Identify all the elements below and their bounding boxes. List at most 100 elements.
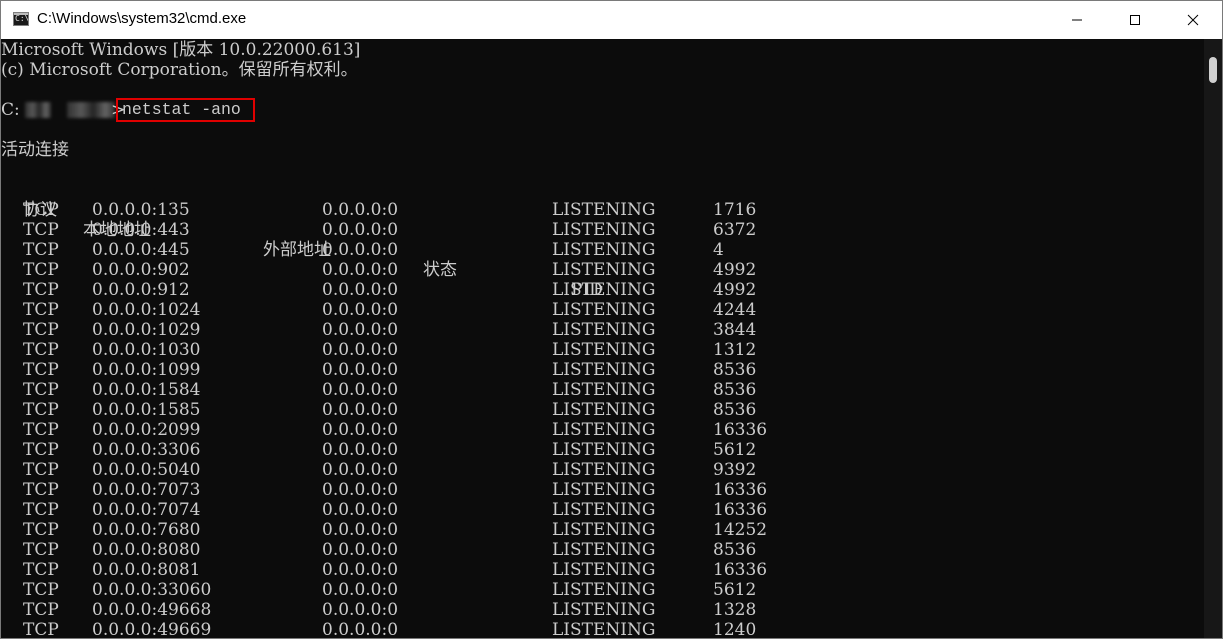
cell-state: LISTENING xyxy=(552,340,656,360)
cell-state: LISTENING xyxy=(552,460,656,480)
cell-foreign-address: 0.0.0.0:0 xyxy=(322,480,399,500)
cell-foreign-address: 0.0.0.0:0 xyxy=(322,380,399,400)
cell-local-address: 0.0.0.0:2099 xyxy=(92,420,201,440)
cell-proto: TCP xyxy=(23,380,59,400)
cell-proto: TCP xyxy=(23,220,59,240)
cell-proto: TCP xyxy=(23,240,59,260)
minimize-button[interactable] xyxy=(1048,1,1106,39)
banner-line: Microsoft Windows [版本 10.0.22000.613] xyxy=(1,40,361,60)
cell-pid: 1328 xyxy=(713,600,757,620)
cell-state: LISTENING xyxy=(552,300,656,320)
cell-local-address: 0.0.0.0:443 xyxy=(92,220,190,240)
cell-proto: TCP xyxy=(23,400,59,420)
cell-local-address: 0.0.0.0:3306 xyxy=(92,440,201,460)
cell-foreign-address: 0.0.0.0:0 xyxy=(322,440,399,460)
cell-pid: 16336 xyxy=(713,480,768,500)
cell-pid: 8536 xyxy=(713,380,757,400)
maximize-button[interactable] xyxy=(1106,1,1164,39)
cell-pid: 6372 xyxy=(713,220,757,240)
cell-foreign-address: 0.0.0.0:0 xyxy=(322,300,399,320)
cell-foreign-address: 0.0.0.0:0 xyxy=(322,280,399,300)
cell-local-address: 0.0.0.0:8081 xyxy=(92,560,201,580)
table-row: TCP 0.0.0.0:7073 0.0.0.0:0 LISTENING 16336 xyxy=(1,480,1201,500)
cell-proto: TCP xyxy=(23,440,59,460)
cell-state: LISTENING xyxy=(552,240,656,260)
cell-foreign-address: 0.0.0.0:0 xyxy=(322,340,399,360)
cell-foreign-address: 0.0.0.0:0 xyxy=(322,260,399,280)
cell-foreign-address: 0.0.0.0:0 xyxy=(322,200,399,220)
table-row: TCP 0.0.0.0:7680 0.0.0.0:0 LISTENING 14252 xyxy=(1,520,1201,540)
cell-local-address: 0.0.0.0:7074 xyxy=(92,500,201,520)
cell-local-address: 0.0.0.0:1099 xyxy=(92,360,201,380)
cell-state: LISTENING xyxy=(552,600,656,620)
console-output[interactable]: Microsoft Windows [版本 10.0.22000.613] (c… xyxy=(1,39,1204,639)
cell-state: LISTENING xyxy=(552,420,656,440)
cell-foreign-address: 0.0.0.0:0 xyxy=(322,220,399,240)
cell-pid: 16336 xyxy=(713,560,768,580)
cell-pid: 8536 xyxy=(713,400,757,420)
table-row: TCP 0.0.0.0:2099 0.0.0.0:0 LISTENING 16336 xyxy=(1,420,1201,440)
cell-foreign-address: 0.0.0.0:0 xyxy=(322,520,399,540)
cell-local-address: 0.0.0.0:1029 xyxy=(92,320,201,340)
section-title: 活动连接 xyxy=(1,140,69,160)
title-bar[interactable]: C:\ C:\Windows\system32\cmd.exe xyxy=(1,1,1222,39)
close-button[interactable] xyxy=(1164,1,1222,39)
cell-foreign-address: 0.0.0.0:0 xyxy=(322,460,399,480)
cell-local-address: 0.0.0.0:1584 xyxy=(92,380,201,400)
cell-pid: 5612 xyxy=(713,440,757,460)
table-row: TCP 0.0.0.0:443 0.0.0.0:0 LISTENING 6372 xyxy=(1,220,1201,240)
cell-proto: TCP xyxy=(23,620,59,639)
cell-proto: TCP xyxy=(23,320,59,340)
cell-local-address: 0.0.0.0:445 xyxy=(92,240,190,260)
table-row: TCP 0.0.0.0:1584 0.0.0.0:0 LISTENING 8536 xyxy=(1,380,1201,400)
cmd-window: C:\ C:\Windows\system32\cmd.exe Microsof… xyxy=(0,0,1223,639)
cell-state: LISTENING xyxy=(552,620,656,639)
table-header: 协议 本地地址 外部地址 状态 PID xyxy=(1,180,1201,300)
cell-local-address: 0.0.0.0:49669 xyxy=(92,620,212,639)
cell-pid: 8536 xyxy=(713,540,757,560)
table-row: TCP 0.0.0.0:7074 0.0.0.0:0 LISTENING 16336 xyxy=(1,500,1201,520)
scrollbar-thumb[interactable] xyxy=(1209,57,1217,83)
copyright-line: (c) Microsoft Corporation。保留所有权利。 xyxy=(1,60,358,80)
cell-proto: TCP xyxy=(23,600,59,620)
cell-pid: 3844 xyxy=(713,320,757,340)
redacted-path xyxy=(25,102,51,118)
cell-state: LISTENING xyxy=(552,440,656,460)
cell-pid: 16336 xyxy=(713,500,768,520)
table-row: TCP 0.0.0.0:135 0.0.0.0:0 LISTENING 1716 xyxy=(1,200,1201,220)
vertical-scrollbar[interactable] xyxy=(1204,39,1222,638)
cell-foreign-address: 0.0.0.0:0 xyxy=(322,400,399,420)
cell-foreign-address: 0.0.0.0:0 xyxy=(322,580,399,600)
cell-local-address: 0.0.0.0:7073 xyxy=(92,480,201,500)
cell-pid: 5612 xyxy=(713,580,757,600)
cell-foreign-address: 0.0.0.0:0 xyxy=(322,360,399,380)
cell-state: LISTENING xyxy=(552,560,656,580)
table-row: TCP 0.0.0.0:1029 0.0.0.0:0 LISTENING 3844 xyxy=(1,320,1201,340)
cell-pid: 1312 xyxy=(713,340,757,360)
table-row: TCP 0.0.0.0:49669 0.0.0.0:0 LISTENING 1240 xyxy=(1,620,1201,639)
cell-pid: 1716 xyxy=(713,200,757,220)
cell-pid: 4 xyxy=(713,240,724,260)
cell-foreign-address: 0.0.0.0:0 xyxy=(322,600,399,620)
cell-local-address: 0.0.0.0:912 xyxy=(92,280,190,300)
prompt-prefix: C: xyxy=(1,100,20,120)
cell-foreign-address: 0.0.0.0:0 xyxy=(322,540,399,560)
cmd-app-icon[interactable]: C:\ xyxy=(13,12,29,26)
cell-foreign-address: 0.0.0.0:0 xyxy=(322,320,399,340)
cell-state: LISTENING xyxy=(552,200,656,220)
cell-local-address: 0.0.0.0:7680 xyxy=(92,520,201,540)
cell-foreign-address: 0.0.0.0:0 xyxy=(322,420,399,440)
minimize-icon xyxy=(1072,19,1082,21)
redacted-path xyxy=(67,102,115,118)
cell-proto: TCP xyxy=(23,540,59,560)
maximize-icon xyxy=(1130,15,1140,25)
cell-proto: TCP xyxy=(23,280,59,300)
cell-pid: 8536 xyxy=(713,360,757,380)
cell-proto: TCP xyxy=(23,300,59,320)
cell-local-address: 0.0.0.0:49668 xyxy=(92,600,212,620)
cell-foreign-address: 0.0.0.0:0 xyxy=(322,500,399,520)
table-row: TCP 0.0.0.0:8081 0.0.0.0:0 LISTENING 16336 xyxy=(1,560,1201,580)
cell-local-address: 0.0.0.0:1585 xyxy=(92,400,201,420)
cell-proto: TCP xyxy=(23,360,59,380)
table-row: TCP 0.0.0.0:1099 0.0.0.0:0 LISTENING 8536 xyxy=(1,360,1201,380)
